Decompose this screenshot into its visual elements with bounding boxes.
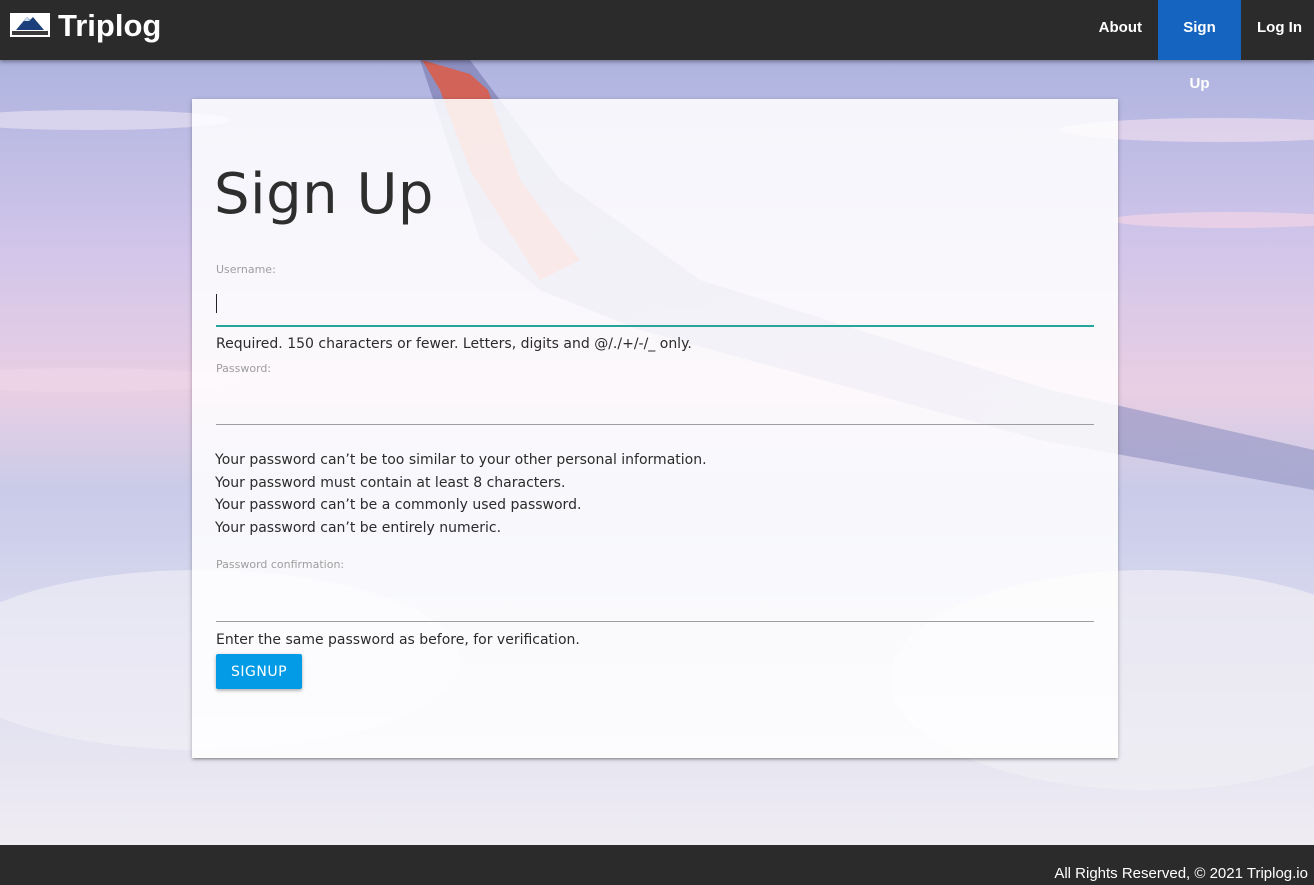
password-rule: Your password can’t be entirely numeric. [215, 519, 502, 536]
nav-links: About Sign Up Log In [1083, 0, 1314, 92]
password-confirmation-help-text: Enter the same password as before, for v… [216, 632, 580, 648]
signup-button[interactable]: Signup [216, 654, 302, 689]
nav-link-sign-up[interactable]: Sign Up [1158, 0, 1241, 92]
password-label: Password: [216, 362, 272, 375]
brand-name-link[interactable]: Triplog [58, 8, 161, 44]
page-title: Sign Up [214, 162, 434, 227]
mountain-logo-icon [10, 13, 50, 37]
username-label: Username: [216, 263, 276, 276]
text-caret [216, 294, 217, 313]
username-help-text: Required. 150 characters or fewer. Lette… [216, 336, 692, 352]
password-rule: Your password can’t be too similar to yo… [215, 452, 707, 468]
top-navbar: Triplog About Sign Up Log In [0, 0, 1314, 92]
password-input[interactable] [216, 389, 1094, 425]
password-rule: Your password can’t be a commonly used p… [215, 497, 582, 514]
signup-card: Sign Up Username: Required. 150 characte… [192, 99, 1118, 758]
password-rule: Your password must contain at least 8 ch… [215, 474, 566, 491]
brand-logo[interactable] [10, 13, 50, 37]
nav-link-log-in[interactable]: Log In [1241, 0, 1314, 60]
password-confirmation-label: Password confirmation: [216, 558, 345, 571]
password-confirmation-input[interactable] [216, 586, 1094, 622]
footer: All Rights Reserved, © 2021 Triplog.io [0, 845, 1314, 885]
password-rules-list: Your password can’t be too similar to yo… [215, 449, 707, 539]
username-input[interactable] [216, 291, 1094, 327]
nav-link-about[interactable]: About [1083, 0, 1158, 60]
copyright-text: All Rights Reserved, © 2021 Triplog.io [1054, 865, 1308, 882]
